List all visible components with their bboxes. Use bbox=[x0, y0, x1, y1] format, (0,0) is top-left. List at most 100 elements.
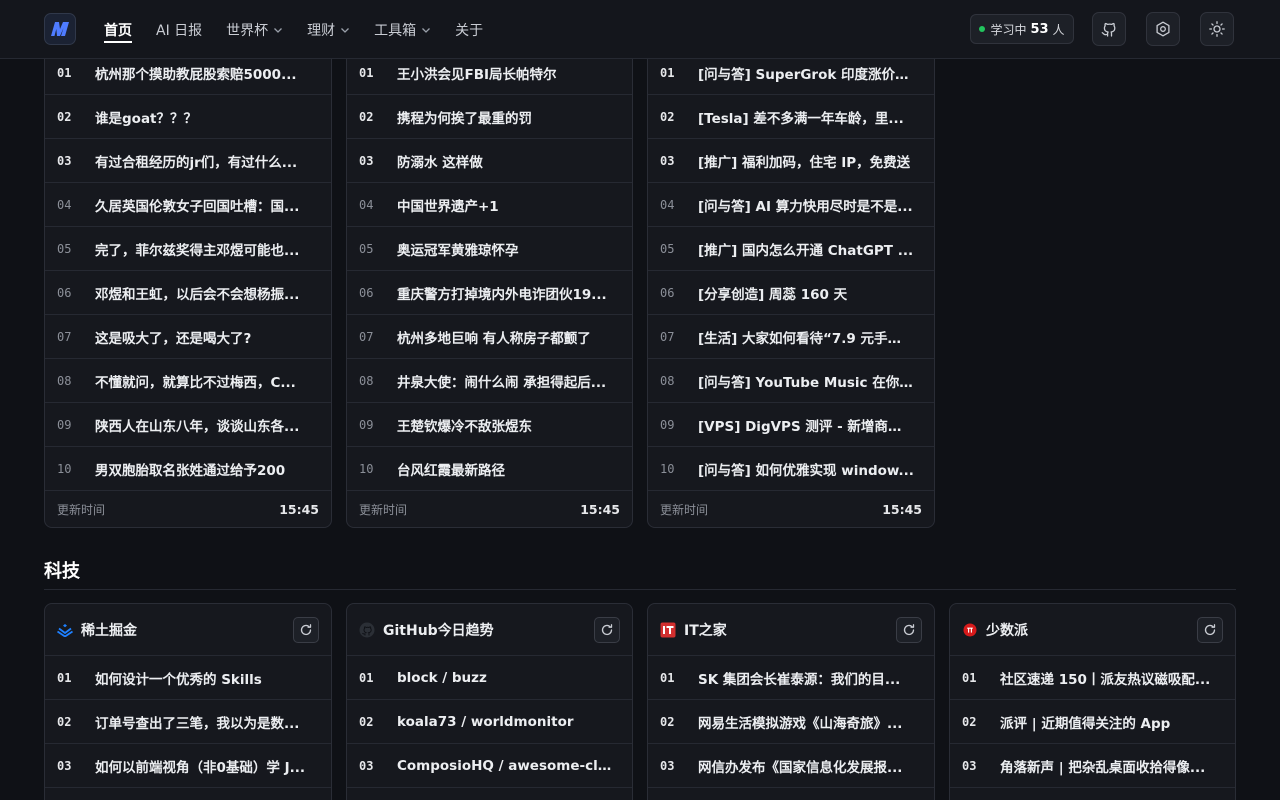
settings-button[interactable] bbox=[1146, 12, 1180, 46]
list-item[interactable]: 06 [分享创造] 周蕊 160 天 bbox=[648, 271, 934, 315]
nav-item-world-cup[interactable]: 世界杯 bbox=[226, 0, 283, 59]
list-item[interactable]: 01 SK 集团会长崔泰源：我们的目... bbox=[648, 656, 934, 700]
item-title[interactable]: 携程为何挨了最重的罚 bbox=[397, 107, 532, 127]
list-item[interactable]: 02 派评 | 近期值得关注的 App bbox=[950, 700, 1235, 744]
list-item[interactable]: 03 如何以前端视角（非0基础）学 J... bbox=[45, 744, 331, 788]
refresh-button[interactable] bbox=[293, 617, 319, 643]
item-title[interactable]: 这是吸大了，还是喝大了? bbox=[95, 327, 251, 347]
item-title[interactable]: 男双胞胎取名张姓通过给予200 bbox=[95, 459, 285, 479]
list-item[interactable]: 04 中国世界遗产+1 bbox=[347, 183, 632, 227]
item-title[interactable]: [生活] 大家如何看待“7.9 元手机... bbox=[698, 327, 914, 347]
list-item[interactable]: 09 陕西人在山东八年，谈谈山东各... bbox=[45, 403, 331, 447]
item-title[interactable]: 防溺水 这样做 bbox=[397, 151, 483, 171]
nav-item-home[interactable]: 首页 bbox=[104, 0, 132, 59]
rank-number: 03 bbox=[660, 758, 675, 773]
item-title[interactable]: ComposioHQ / awesome-clau... bbox=[397, 758, 613, 774]
list-item[interactable]: 02 koala73 / worldmonitor bbox=[347, 700, 632, 744]
list-item[interactable]: 10 男双胞胎取名张姓通过给予200 bbox=[45, 447, 331, 491]
item-title[interactable]: [推广] 福利加码，住宅 IP，免费送 bbox=[698, 151, 910, 171]
list-item[interactable]: 06 重庆警方打掉境内外电诈团伙19... bbox=[347, 271, 632, 315]
list-item[interactable]: 08 井泉大使：闹什么闹 承担得起后... bbox=[347, 359, 632, 403]
list-item[interactable]: 02 [Tesla] 差不多满一年车龄，里... bbox=[648, 95, 934, 139]
item-title[interactable]: 久居英国伦敦女子回国吐槽：国... bbox=[95, 195, 299, 215]
item-title[interactable]: block / buzz bbox=[397, 670, 487, 686]
list-item[interactable]: 03 [推广] 福利加码，住宅 IP，免费送 bbox=[648, 139, 934, 183]
item-title[interactable]: 如何设计一个优秀的 Skills bbox=[95, 668, 262, 688]
item-title[interactable]: 中国世界遗产+1 bbox=[397, 195, 499, 215]
list-item[interactable]: 09 王楚钦爆冷不敌张煜东 bbox=[347, 403, 632, 447]
rank-number: 03 bbox=[962, 758, 977, 773]
list-item[interactable]: 01 社区速递 150丨派友热议磁吸配... bbox=[950, 656, 1235, 700]
item-title[interactable]: 如何以前端视角（非0基础）学 J... bbox=[95, 756, 305, 776]
nav-item-about[interactable]: 关于 bbox=[455, 0, 483, 59]
list-item[interactable]: 06 邓煜和王虹，以后会不会想杨振... bbox=[45, 271, 331, 315]
theme-toggle-button[interactable] bbox=[1200, 12, 1234, 46]
list-item[interactable]: 03 有过合租经历的jr们，有过什么... bbox=[45, 139, 331, 183]
list-item[interactable]: 02 网易生活模拟游戏《山海奇旅》... bbox=[648, 700, 934, 744]
list-item[interactable]: 02 订单号查出了三笔，我以为是数... bbox=[45, 700, 331, 744]
item-title[interactable]: 社区速递 150丨派友热议磁吸配... bbox=[1000, 668, 1210, 688]
item-title[interactable]: 不懂就问，就算比不过梅西，C... bbox=[95, 371, 296, 391]
item-title[interactable]: SK 集团会长崔泰源：我们的目... bbox=[698, 668, 900, 688]
item-title[interactable]: 有过合租经历的jr们，有过什么... bbox=[95, 151, 297, 171]
source-card-sspai: 少数派 01 社区速递 150丨派友热议磁吸配... 02 派评 | 近期值得关注的 … bbox=[949, 603, 1236, 800]
list-item[interactable]: 05 完了，菲尔兹奖得主邓煜可能也... bbox=[45, 227, 331, 271]
item-title[interactable]: [推广] 国内怎么开通 ChatGPT ... bbox=[698, 239, 913, 259]
item-title[interactable]: 陕西人在山东八年，谈谈山东各... bbox=[95, 415, 299, 435]
rank-number: 03 bbox=[359, 758, 374, 773]
rank-number: 02 bbox=[660, 109, 675, 124]
list-item[interactable]: 09 [VPS] DigVPS 测评 - 新增商户 ... bbox=[648, 403, 934, 447]
item-title[interactable]: [问与答] YouTube Music 在你... bbox=[698, 371, 914, 391]
logo[interactable] bbox=[44, 13, 76, 45]
list-item[interactable]: 08 不懂就问，就算比不过梅西，C... bbox=[45, 359, 331, 403]
item-title[interactable]: [问与答] AI 算力快用尽时是不是... bbox=[698, 195, 913, 215]
list-item[interactable]: 10 [问与答] 如何优雅实现 window... bbox=[648, 447, 934, 491]
list-item[interactable]: 01 如何设计一个优秀的 Skills bbox=[45, 656, 331, 700]
list-item[interactable]: 02 携程为何挨了最重的罚 bbox=[347, 95, 632, 139]
list-item[interactable]: 05 [推广] 国内怎么开通 ChatGPT ... bbox=[648, 227, 934, 271]
refresh-button[interactable] bbox=[594, 617, 620, 643]
list-item[interactable]: 10 台风红霞最新路径 bbox=[347, 447, 632, 491]
refresh-button[interactable] bbox=[896, 617, 922, 643]
list-item[interactable]: 01 block / buzz bbox=[347, 656, 632, 700]
list-item[interactable]: 04 [问与答] AI 算力快用尽时是不是... bbox=[648, 183, 934, 227]
item-title[interactable]: 王小洪会见FBI局长帕特尔 bbox=[397, 63, 557, 83]
item-title[interactable]: 角落新声 | 把杂乱桌面收拾得像... bbox=[1000, 756, 1205, 776]
list-item[interactable]: 07 杭州多地巨响 有人称房子都颤了 bbox=[347, 315, 632, 359]
refresh-button[interactable] bbox=[1197, 617, 1223, 643]
list-item[interactable]: 08 [问与答] YouTube Music 在你... bbox=[648, 359, 934, 403]
nav-item-finance[interactable]: 理财 bbox=[307, 0, 350, 59]
item-title[interactable]: [问与答] SuperGrok 印度涨价：... bbox=[698, 63, 914, 83]
list-item[interactable]: 03 网信办发布《国家信息化发展报... bbox=[648, 744, 934, 788]
item-title[interactable]: 邓煜和王虹，以后会不会想杨振... bbox=[95, 283, 299, 303]
item-title[interactable]: 台风红霞最新路径 bbox=[397, 459, 505, 479]
list-item[interactable]: 03 ComposioHQ / awesome-clau... bbox=[347, 744, 632, 788]
list-item[interactable]: 04 久居英国伦敦女子回国吐槽：国... bbox=[45, 183, 331, 227]
item-title[interactable]: 完了，菲尔兹奖得主邓煜可能也... bbox=[95, 239, 299, 259]
nav-item-toolbox[interactable]: 工具箱 bbox=[374, 0, 431, 59]
item-title[interactable]: 网易生活模拟游戏《山海奇旅》... bbox=[698, 712, 902, 732]
item-title[interactable]: [VPS] DigVPS 测评 - 新增商户 ... bbox=[698, 415, 914, 435]
item-title[interactable]: 网信办发布《国家信息化发展报... bbox=[698, 756, 902, 776]
nav-item-ai-daily[interactable]: AI 日报 bbox=[156, 0, 202, 59]
list-item[interactable]: 03 角落新声 | 把杂乱桌面收拾得像... bbox=[950, 744, 1235, 788]
item-title[interactable]: 杭州那个摸助教屁股索赔5000... bbox=[95, 63, 296, 83]
item-title[interactable]: [问与答] 如何优雅实现 window... bbox=[698, 459, 914, 479]
list-item[interactable]: 03 防溺水 这样做 bbox=[347, 139, 632, 183]
item-title[interactable]: 井泉大使：闹什么闹 承担得起后... bbox=[397, 371, 606, 391]
item-title[interactable]: 奥运冠军黄雅琼怀孕 bbox=[397, 239, 519, 259]
github-button[interactable] bbox=[1092, 12, 1126, 46]
item-title[interactable]: 杭州多地巨响 有人称房子都颤了 bbox=[397, 327, 591, 347]
list-item[interactable]: 07 [生活] 大家如何看待“7.9 元手机... bbox=[648, 315, 934, 359]
item-title[interactable]: 谁是goat？？？ bbox=[95, 107, 197, 127]
list-item[interactable]: 07 这是吸大了，还是喝大了? bbox=[45, 315, 331, 359]
item-title[interactable]: 派评 | 近期值得关注的 App bbox=[1000, 712, 1170, 732]
item-title[interactable]: 订单号查出了三笔，我以为是数... bbox=[95, 712, 299, 732]
list-item[interactable]: 05 奥运冠军黄雅琼怀孕 bbox=[347, 227, 632, 271]
item-title[interactable]: koala73 / worldmonitor bbox=[397, 714, 574, 730]
item-title[interactable]: [Tesla] 差不多满一年车龄，里... bbox=[698, 107, 904, 127]
item-title[interactable]: 重庆警方打掉境内外电诈团伙19... bbox=[397, 283, 607, 303]
item-title[interactable]: [分享创造] 周蕊 160 天 bbox=[698, 283, 847, 303]
item-title[interactable]: 王楚钦爆冷不敌张煜东 bbox=[397, 415, 532, 435]
list-item[interactable]: 02 谁是goat？？？ bbox=[45, 95, 331, 139]
